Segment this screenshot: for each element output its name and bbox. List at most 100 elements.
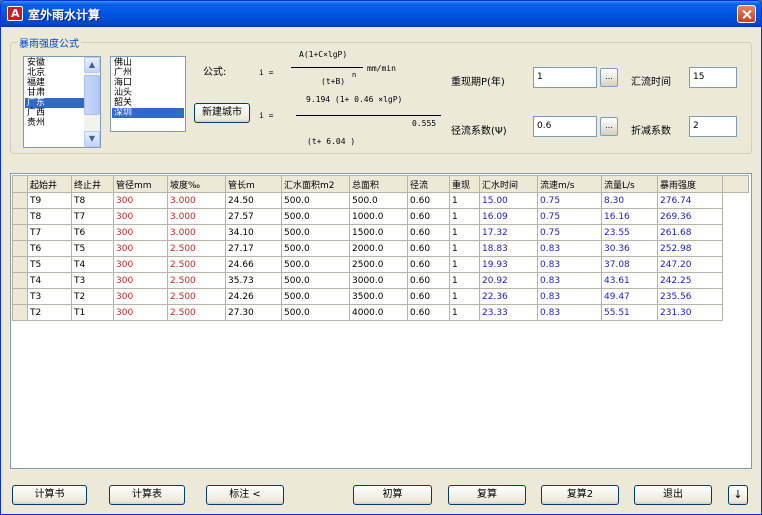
table-cell[interactable]: 300 <box>113 240 168 257</box>
return-period-browse-button[interactable]: ... <box>600 68 618 87</box>
initial-calc-button[interactable]: 初算 <box>353 485 432 505</box>
table-cell[interactable]: 0.75 <box>537 208 602 225</box>
province-item[interactable]: 广西 <box>25 108 84 118</box>
table-cell[interactable]: 0.83 <box>537 256 602 273</box>
table-row[interactable]: T6 T5 300 2.500 27.17 500.0 2000.0 0.60 1 18.83 0.… <box>12 240 749 257</box>
table-cell[interactable]: 2.500 <box>167 288 226 305</box>
table-cell[interactable]: T8 <box>27 208 72 225</box>
column-header[interactable]: 重现 <box>449 175 480 193</box>
column-header[interactable]: 汇水面积m2 <box>281 175 350 193</box>
recalc-button[interactable]: 复算 <box>448 485 526 505</box>
table-cell[interactable]: T1 <box>71 304 114 321</box>
calc-book-button[interactable]: 计算书 <box>12 485 87 505</box>
table-cell[interactable]: 1500.0 <box>349 224 408 241</box>
table-cell[interactable]: 16.16 <box>601 208 658 225</box>
table-cell[interactable]: 0.60 <box>407 208 450 225</box>
reduction-coef-input[interactable]: 2 <box>689 116 737 137</box>
table-cell[interactable]: 252.98 <box>657 240 723 257</box>
table-cell[interactable]: 0.60 <box>407 288 450 305</box>
column-header[interactable]: 管长m <box>225 175 282 193</box>
column-header[interactable]: 终止井 <box>71 175 114 193</box>
row-header[interactable] <box>12 272 28 289</box>
table-cell[interactable]: 34.10 <box>225 224 282 241</box>
table-cell[interactable]: 24.50 <box>225 192 282 209</box>
table-cell[interactable]: 1 <box>449 240 480 257</box>
table-cell[interactable]: 3.000 <box>167 208 226 225</box>
exit-button[interactable]: 退出 <box>634 485 712 505</box>
table-cell[interactable]: 23.33 <box>479 304 538 321</box>
table-cell[interactable]: T5 <box>27 256 72 273</box>
table-cell[interactable]: 500.0 <box>281 272 350 289</box>
table-row[interactable]: T4 T3 300 2.500 35.73 500.0 3000.0 0.60 1 20.92 0.… <box>12 272 749 289</box>
runoff-coef-input[interactable]: 0.6 <box>533 116 597 137</box>
table-cell[interactable]: 276.74 <box>657 192 723 209</box>
province-item[interactable]: 甘肃 <box>25 88 84 98</box>
table-cell[interactable]: 1 <box>449 304 480 321</box>
row-header[interactable] <box>12 224 28 241</box>
table-cell[interactable]: 4000.0 <box>349 304 408 321</box>
table-cell[interactable]: 1000.0 <box>349 208 408 225</box>
table-cell[interactable]: 0.75 <box>537 224 602 241</box>
table-cell[interactable]: 2000.0 <box>349 240 408 257</box>
column-header[interactable]: 管径mm <box>113 175 168 193</box>
table-cell[interactable]: 3500.0 <box>349 288 408 305</box>
table-cell[interactable]: 1 <box>449 288 480 305</box>
table-cell[interactable]: T6 <box>27 240 72 257</box>
table-cell[interactable]: 500.0 <box>281 208 350 225</box>
new-city-button[interactable]: 新建城市 <box>194 103 250 123</box>
table-cell[interactable]: 300 <box>113 208 168 225</box>
table-cell[interactable]: 300 <box>113 192 168 209</box>
table-cell[interactable]: 235.56 <box>657 288 723 305</box>
table-cell[interactable]: T7 <box>27 224 72 241</box>
table-cell[interactable]: 2500.0 <box>349 256 408 273</box>
scroll-down-icon[interactable]: ▼ <box>84 131 100 147</box>
city-item[interactable]: 广州 <box>112 68 184 78</box>
column-header[interactable]: 流速m/s <box>537 175 602 193</box>
table-cell[interactable]: 1 <box>449 192 480 209</box>
table-cell[interactable]: 22.36 <box>479 288 538 305</box>
calc-table-button[interactable]: 计算表 <box>109 485 185 505</box>
table-cell[interactable]: 500.0 <box>281 304 350 321</box>
row-header[interactable] <box>12 288 28 305</box>
table-cell[interactable]: 24.26 <box>225 288 282 305</box>
table-cell[interactable]: T8 <box>71 192 114 209</box>
table-cell[interactable]: 269.36 <box>657 208 723 225</box>
table-cell[interactable]: 8.30 <box>601 192 658 209</box>
close-button[interactable] <box>737 5 756 23</box>
table-cell[interactable]: 0.83 <box>537 272 602 289</box>
province-item[interactable]: 北京 <box>25 68 84 78</box>
table-cell[interactable]: 24.66 <box>225 256 282 273</box>
table-cell[interactable]: 27.17 <box>225 240 282 257</box>
column-header[interactable]: 起始井 <box>27 175 72 193</box>
table-cell[interactable]: 300 <box>113 288 168 305</box>
table-cell[interactable]: 30.36 <box>601 240 658 257</box>
province-item[interactable]: 广东 <box>25 98 84 108</box>
table-cell[interactable]: T5 <box>71 240 114 257</box>
table-cell[interactable]: 500.0 <box>281 224 350 241</box>
table-cell[interactable]: 0.60 <box>407 256 450 273</box>
table-cell[interactable]: 37.08 <box>601 256 658 273</box>
table-row[interactable]: T9 T8 300 3.000 24.50 500.0 500.0 0.60 1 15.00 0.7… <box>12 192 749 209</box>
flow-time-input[interactable]: 15 <box>689 67 737 88</box>
table-cell[interactable]: 18.83 <box>479 240 538 257</box>
row-header[interactable] <box>12 208 28 225</box>
table-cell[interactable]: T2 <box>71 288 114 305</box>
table-cell[interactable]: 27.57 <box>225 208 282 225</box>
table-cell[interactable]: 2.500 <box>167 304 226 321</box>
province-list[interactable]: 安徽 北京 福建 甘肃 广东 广西 贵州 ▲ ▼ <box>23 56 101 148</box>
table-cell[interactable]: 261.68 <box>657 224 723 241</box>
table-cell[interactable]: 247.20 <box>657 256 723 273</box>
table-cell[interactable]: T9 <box>27 192 72 209</box>
down-arrow-icon[interactable]: ↓ <box>728 485 748 505</box>
table-cell[interactable]: 17.32 <box>479 224 538 241</box>
table-cell[interactable]: 500.0 <box>349 192 408 209</box>
column-header[interactable]: 汇水时间 <box>479 175 538 193</box>
city-item[interactable]: 韶关 <box>112 98 184 108</box>
city-item[interactable]: 汕头 <box>112 88 184 98</box>
row-header[interactable] <box>12 256 28 273</box>
column-header[interactable]: 径流 <box>407 175 450 193</box>
row-header[interactable] <box>12 240 28 257</box>
city-item[interactable]: 海口 <box>112 78 184 88</box>
scroll-up-icon[interactable]: ▲ <box>84 57 100 73</box>
column-header[interactable]: 流量L/s <box>601 175 658 193</box>
